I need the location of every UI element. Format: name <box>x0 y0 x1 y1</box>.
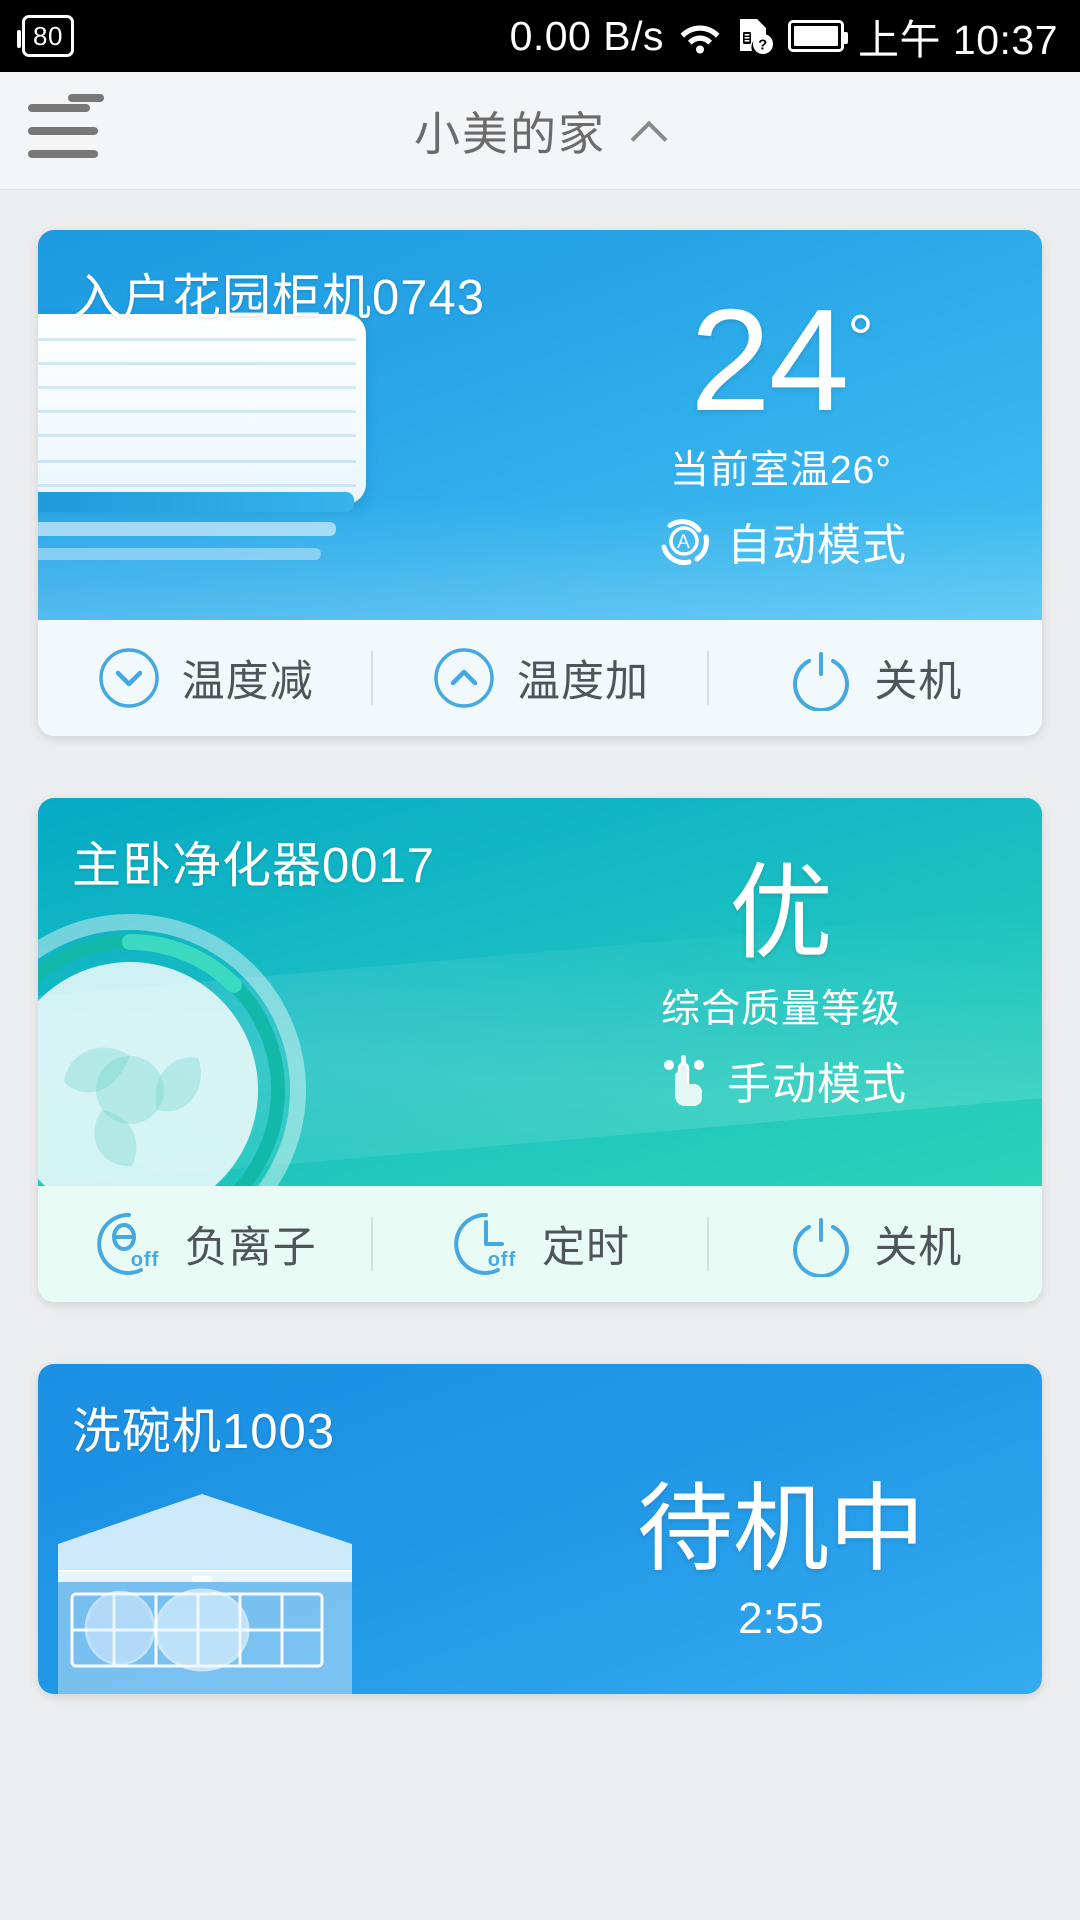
svg-text:?: ? <box>758 37 768 54</box>
network-speed-text: 0.00 B/s <box>509 12 664 59</box>
svg-text:off: off <box>130 1249 159 1271</box>
power-off-button[interactable]: 关机 <box>709 1186 1042 1302</box>
power-off-button[interactable]: 关机 <box>709 620 1042 736</box>
target-temperature-value: 24 <box>690 279 849 441</box>
air-purifier-controls[interactable]: off 负离子 off 定时 关机 <box>38 1186 1042 1302</box>
air-purifier-mode-row: 手动模式 <box>520 1048 1042 1112</box>
wifi-icon <box>678 18 722 54</box>
status-bar: 80 0.00 B/s ? 上午 10:37 <box>0 0 1080 72</box>
sim-unknown-icon: ? <box>736 16 774 56</box>
air-conditioner-mode-label: 自动模式 <box>726 521 907 571</box>
air-conditioner-illustration <box>38 314 366 504</box>
hamburger-menu-icon[interactable] <box>28 93 114 166</box>
anion-button[interactable]: off 负离子 <box>38 1186 371 1302</box>
battery-percent-badge: 80 <box>17 15 74 57</box>
device-name-air-conditioner: 入户花园柜机0743 <box>72 271 486 325</box>
chevron-down-circle-icon <box>98 648 159 708</box>
device-card-list[interactable]: 入户花园柜机0743 24° 当前室温26° A 自动模式 温度减 温度加 关机… <box>0 190 1080 1694</box>
chevron-up-icon[interactable] <box>632 114 666 148</box>
air-conditioner-base-decor-2 <box>38 522 336 536</box>
page-title: 小美的家 <box>414 107 606 160</box>
air-conditioner-base-decor-3 <box>38 548 321 560</box>
air-purifier-readout: 优 综合质量等级 手动模式 <box>520 862 1042 1112</box>
air-conditioner-readout: 24° 当前室温26° A 自动模式 <box>520 288 1042 573</box>
timer-button[interactable]: off 定时 <box>373 1186 706 1302</box>
temperature-down-label: 温度减 <box>181 658 314 706</box>
dishwasher-hero[interactable]: 洗碗机1003 待机中 2:55 <box>38 1364 1042 1694</box>
target-temperature: 24° <box>520 288 1042 433</box>
temperature-down-button[interactable]: 温度减 <box>38 620 371 736</box>
hamburger-line-3 <box>28 149 98 158</box>
temperature-up-label: 温度加 <box>516 658 649 706</box>
status-bar-left: 80 <box>17 15 74 57</box>
control-divider <box>371 651 374 705</box>
device-name-air-purifier: 主卧净化器0017 <box>72 839 436 893</box>
power-icon <box>793 1218 850 1277</box>
room-temperature-text: 当前室温26° <box>669 449 892 493</box>
air-conditioner-hero[interactable]: 入户花园柜机0743 24° 当前室温26° A 自动模式 <box>38 230 1042 620</box>
power-off-label: 关机 <box>874 1224 963 1272</box>
auto-mode-icon: A <box>655 512 713 570</box>
air-conditioner-controls[interactable]: 温度减 温度加 关机 <box>38 620 1042 736</box>
air-purifier-dial-illustration <box>38 902 318 1186</box>
battery-icon <box>788 20 848 52</box>
home-selector[interactable]: 小美的家 <box>0 98 1080 164</box>
clock-text: 上午 10:37 <box>858 17 1058 63</box>
dishwasher-status: 待机中 <box>636 1476 925 1583</box>
power-icon <box>793 652 850 711</box>
anion-label: 负离子 <box>184 1224 317 1272</box>
degree-symbol: ° <box>847 300 873 375</box>
device-card-air-purifier[interactable]: 主卧净化器0017 优 综合质量等级 手动模式 off 负离子 off 定时 关… <box>38 798 1042 1302</box>
device-name-dishwasher: 洗碗机1003 <box>72 1405 336 1459</box>
svg-text:A: A <box>677 532 691 553</box>
timer-off-icon: off <box>454 1212 517 1275</box>
air-conditioner-mode-row: A 自动模式 <box>520 509 1042 573</box>
notification-badge-dot <box>68 93 104 102</box>
timer-label: 定时 <box>541 1224 630 1272</box>
temperature-up-button[interactable]: 温度加 <box>373 620 706 736</box>
power-off-label: 关机 <box>874 658 963 706</box>
air-purifier-hero[interactable]: 主卧净化器0017 优 综合质量等级 手动模式 <box>38 798 1042 1186</box>
manual-hand-icon <box>655 1051 713 1109</box>
hamburger-line-2 <box>28 126 98 135</box>
hamburger-line-1 <box>28 103 90 112</box>
air-quality-caption: 综合质量等级 <box>660 988 901 1031</box>
air-quality-grade: 优 <box>728 856 833 972</box>
dishwasher-readout: 待机中 2:55 <box>520 1482 1042 1644</box>
dishwasher-illustration <box>52 1452 372 1694</box>
app-bar: 小美的家 <box>0 72 1080 190</box>
anion-off-icon: off <box>96 1212 159 1275</box>
dishwasher-remaining-time: 2:55 <box>738 1594 824 1643</box>
air-conditioner-base-decor <box>38 492 354 512</box>
svg-text:off: off <box>488 1249 517 1271</box>
air-purifier-mode-label: 手动模式 <box>726 1060 907 1109</box>
control-divider <box>706 651 709 705</box>
control-divider <box>371 1217 374 1271</box>
device-card-air-conditioner[interactable]: 入户花园柜机0743 24° 当前室温26° A 自动模式 温度减 温度加 关机 <box>38 230 1042 736</box>
control-divider <box>706 1217 709 1271</box>
device-card-dishwasher[interactable]: 洗碗机1003 待机中 2:55 <box>38 1364 1042 1694</box>
status-bar-right: 0.00 B/s ? 上午 10:37 <box>510 6 1058 66</box>
chevron-up-circle-icon <box>434 648 494 708</box>
